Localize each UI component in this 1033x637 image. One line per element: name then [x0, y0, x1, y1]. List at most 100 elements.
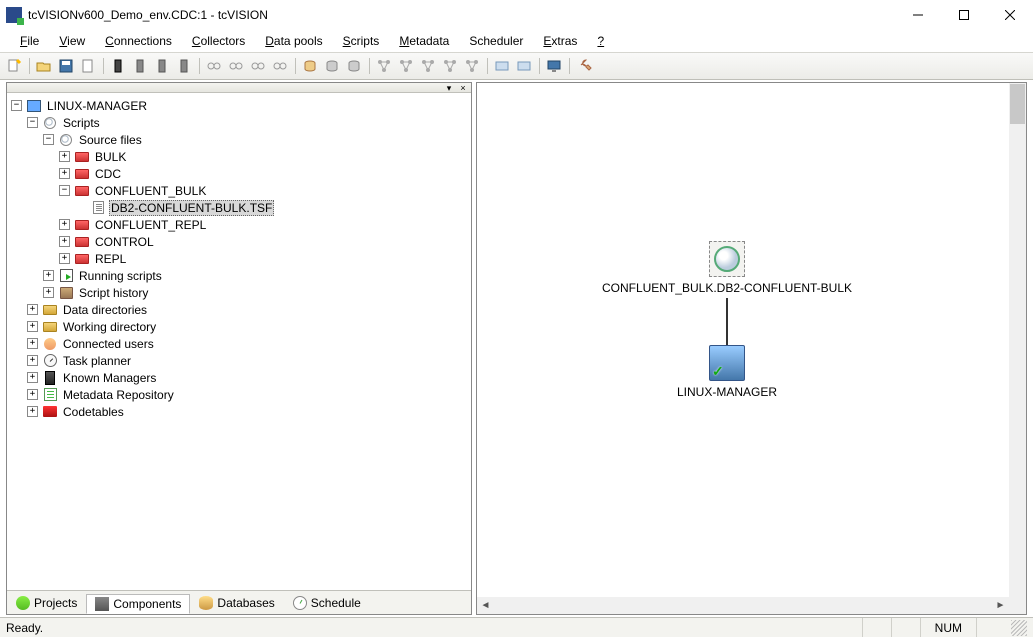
tb-server1-icon[interactable]: [108, 56, 128, 76]
tree-view[interactable]: −LINUX-MANAGER −Scripts −Source files +B…: [7, 93, 471, 590]
vertical-scrollbar[interactable]: [1009, 83, 1026, 597]
menu-file[interactable]: File: [12, 32, 47, 50]
tree-item[interactable]: Known Managers: [61, 371, 158, 385]
tb-save-icon[interactable]: [56, 56, 76, 76]
horizontal-scrollbar[interactable]: ◄►: [477, 597, 1009, 614]
expand-toggle[interactable]: +: [27, 338, 38, 349]
tb-link3-icon[interactable]: [248, 56, 268, 76]
tree-item-selected[interactable]: DB2-CONFLUENT-BULK.TSF: [109, 200, 274, 216]
tab-components[interactable]: Components: [86, 594, 190, 614]
tb-net3-icon[interactable]: [418, 56, 438, 76]
node-label: CONFLUENT_BULK.DB2-CONFLUENT-BULK: [587, 281, 867, 295]
expand-toggle[interactable]: +: [43, 287, 54, 298]
menu-collectors[interactable]: Collectors: [184, 32, 253, 50]
tree-item[interactable]: Data directories: [61, 303, 149, 317]
tb-mon-icon[interactable]: [544, 56, 564, 76]
expand-toggle[interactable]: +: [59, 236, 70, 247]
tab-databases[interactable]: Databases: [190, 593, 283, 613]
menu-view[interactable]: View: [51, 32, 93, 50]
tree-item[interactable]: Source files: [77, 133, 144, 147]
tab-schedule[interactable]: Schedule: [284, 593, 370, 613]
expand-toggle[interactable]: +: [59, 151, 70, 162]
expand-toggle[interactable]: −: [59, 185, 70, 196]
expand-toggle[interactable]: +: [27, 321, 38, 332]
tb-server4-icon[interactable]: [174, 56, 194, 76]
expand-toggle[interactable]: −: [11, 100, 22, 111]
close-button[interactable]: [987, 0, 1033, 29]
resize-grip-icon[interactable]: [1011, 620, 1027, 636]
scroll-right-icon[interactable]: ►: [992, 600, 1009, 611]
scroll-corner: [1009, 597, 1026, 614]
expand-toggle[interactable]: −: [27, 117, 38, 128]
tb-cfg2-icon[interactable]: [514, 56, 534, 76]
tb-net4-icon[interactable]: [440, 56, 460, 76]
expand-toggle[interactable]: −: [43, 134, 54, 145]
tree-root[interactable]: LINUX-MANAGER: [45, 99, 149, 113]
expand-toggle[interactable]: +: [27, 372, 38, 383]
diagram-pane[interactable]: CONFLUENT_BULK.DB2-CONFLUENT-BULK LINUX-…: [476, 82, 1027, 615]
expand-toggle[interactable]: +: [27, 389, 38, 400]
expand-toggle[interactable]: +: [59, 253, 70, 264]
scroll-left-icon[interactable]: ◄: [477, 600, 494, 611]
expand-toggle[interactable]: +: [27, 304, 38, 315]
mag-icon: [42, 115, 58, 131]
tree-item[interactable]: Scripts: [61, 116, 102, 130]
pane-close-icon[interactable]: ×: [457, 84, 469, 92]
tb-db2-icon[interactable]: [322, 56, 342, 76]
tb-doc-icon[interactable]: [78, 56, 98, 76]
tree-item[interactable]: Script history: [77, 286, 150, 300]
tb-db1-icon[interactable]: [300, 56, 320, 76]
connector-line: [726, 298, 728, 348]
expand-toggle[interactable]: +: [59, 168, 70, 179]
expand-toggle[interactable]: +: [27, 355, 38, 366]
title-bar: tcVISIONv600_Demo_env.CDC:1 - tcVISION: [0, 0, 1033, 30]
maximize-button[interactable]: [941, 0, 987, 29]
tb-cfg1-icon[interactable]: [492, 56, 512, 76]
tb-net5-icon[interactable]: [462, 56, 482, 76]
tb-net1-icon[interactable]: [374, 56, 394, 76]
tree-item[interactable]: CONFLUENT_BULK: [93, 184, 208, 198]
expand-toggle[interactable]: +: [43, 270, 54, 281]
tb-open-icon[interactable]: [34, 56, 54, 76]
tb-db3-icon[interactable]: [344, 56, 364, 76]
tb-link2-icon[interactable]: [226, 56, 246, 76]
tab-projects[interactable]: Projects: [7, 593, 86, 613]
tb-net2-icon[interactable]: [396, 56, 416, 76]
minimize-button[interactable]: [895, 0, 941, 29]
tree-item[interactable]: Running scripts: [77, 269, 164, 283]
tree-item[interactable]: Task planner: [61, 354, 133, 368]
tb-link4-icon[interactable]: [270, 56, 290, 76]
tree-item[interactable]: Metadata Repository: [61, 388, 176, 402]
tb-server2-icon[interactable]: [130, 56, 150, 76]
menu-connections[interactable]: Connections: [97, 32, 180, 50]
tree-item[interactable]: REPL: [93, 252, 128, 266]
expand-toggle[interactable]: +: [59, 219, 70, 230]
menu-scripts[interactable]: Scripts: [335, 32, 388, 50]
tb-link1-icon[interactable]: [204, 56, 224, 76]
tree-item[interactable]: BULK: [93, 150, 128, 164]
toolbar: [0, 52, 1033, 80]
tb-new-icon[interactable]: [4, 56, 24, 76]
menu-extras[interactable]: Extras: [535, 32, 585, 50]
tb-wrench-icon[interactable]: [574, 56, 594, 76]
menu-data-pools[interactable]: Data pools: [257, 32, 330, 50]
bottom-tabs: Projects Components Databases Schedule: [7, 590, 471, 614]
tree-item[interactable]: Working directory: [61, 320, 158, 334]
tree-item[interactable]: CONTROL: [93, 235, 156, 249]
pane-menu-icon[interactable]: ▾: [443, 84, 455, 92]
tree-item[interactable]: Codetables: [61, 405, 126, 419]
clock-icon: [42, 353, 58, 369]
tb-sep: [484, 56, 490, 76]
menu-scheduler[interactable]: Scheduler: [461, 32, 531, 50]
tree-item[interactable]: CONFLUENT_REPL: [93, 218, 208, 232]
scroll-thumb[interactable]: [1010, 84, 1025, 124]
diagram-node[interactable]: LINUX-MANAGER: [657, 345, 797, 399]
expand-toggle[interactable]: +: [27, 406, 38, 417]
tree-item[interactable]: Connected users: [61, 337, 156, 351]
window-title: tcVISIONv600_Demo_env.CDC:1 - tcVISION: [28, 8, 895, 22]
tb-server3-icon[interactable]: [152, 56, 172, 76]
tree-item[interactable]: CDC: [93, 167, 123, 181]
menu-metadata[interactable]: Metadata: [391, 32, 457, 50]
menu-help[interactable]: ?: [589, 32, 612, 50]
diagram-node[interactable]: CONFLUENT_BULK.DB2-CONFLUENT-BULK: [587, 241, 867, 295]
